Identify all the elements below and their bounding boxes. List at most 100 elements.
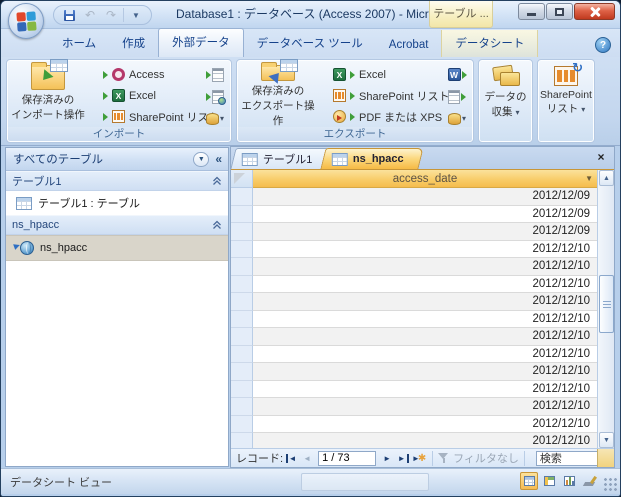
table-row[interactable]: 2012/12/10 [231,293,597,311]
customize-qat-button[interactable]: ▼ [127,7,145,23]
table-row[interactable]: 2012/12/09 [231,188,597,206]
export-more-button[interactable]: ▾ [445,108,469,129]
row-selector[interactable] [231,241,253,259]
table-row[interactable]: 2012/12/10 [231,398,597,416]
pivottable-view-button[interactable] [540,472,558,490]
row-selector[interactable] [231,346,253,364]
pivotchart-view-button[interactable] [560,472,578,490]
first-record-button[interactable]: ◄ [283,451,299,466]
export-pdf-xps-button[interactable]: PDF または XPS [329,106,453,127]
access-window: ↶ ↷ ▼ Database1 : データベース (Access 2007) -… [0,0,621,497]
saved-exports-icon [261,65,295,81]
export-sharepoint-button[interactable]: SharePoint リスト [329,85,453,106]
shutter-bar-collapse-icon[interactable]: « [213,152,224,166]
table-row[interactable]: 2012/12/09 [231,223,597,241]
doc-tab-ns-hpacc[interactable]: ns_hpacc [321,148,424,169]
chevron-down-icon: ▼ [132,11,140,20]
row-selector[interactable] [231,433,253,448]
row-selector[interactable] [231,293,253,311]
nav-item-table1[interactable]: テーブル1 : テーブル [6,191,228,215]
filter-icon [438,453,449,463]
table-row[interactable]: 2012/12/10 [231,311,597,329]
row-selector[interactable] [231,328,253,346]
last-record-icon: ► [398,454,409,463]
saved-imports-button[interactable]: 保存済みの インポート操作 [10,62,86,128]
nav-group-header-ns-hpacc[interactable]: ns_hpacc [6,215,228,235]
import-more-button[interactable]: ▾ [203,108,227,129]
nav-pane-header[interactable]: すべてのテーブル ▼ « [6,148,228,171]
row-selector[interactable] [231,381,253,399]
table-row[interactable]: 2012/12/10 [231,328,597,346]
table-row[interactable]: 2012/12/10 [231,241,597,259]
nav-menu-dropdown-icon[interactable]: ▼ [193,152,209,167]
close-tab-icon[interactable]: × [594,151,608,165]
doc-tab-table1[interactable]: テーブル1 [230,148,332,169]
redo-icon: ↷ [106,8,116,22]
last-record-button[interactable]: ► [395,451,411,466]
table-row[interactable]: 2012/12/10 [231,416,597,434]
export-excel-button[interactable]: X Excel [329,64,453,85]
previous-record-button[interactable]: ◄ [299,451,315,466]
maximize-button[interactable] [546,3,573,20]
minimize-button[interactable] [518,3,545,20]
tab-create[interactable]: 作成 [109,30,158,57]
scroll-down-icon[interactable]: ▼ [599,432,614,448]
row-selector[interactable] [231,206,253,224]
table-row[interactable]: 2012/12/10 [231,346,597,364]
design-view-button[interactable] [580,472,598,490]
row-selector[interactable] [231,276,253,294]
table-row[interactable]: 2012/12/10 [231,258,597,276]
nav-group-header-table1[interactable]: テーブル1 [6,171,228,191]
record-label: レコード: [236,450,283,466]
row-selector[interactable] [231,363,253,381]
table-row[interactable]: 2012/12/10 [231,381,597,399]
datasheet-view-button[interactable] [520,472,538,490]
import-xml-button[interactable] [203,86,227,107]
row-selector[interactable] [231,398,253,416]
row-selector[interactable] [231,416,253,434]
row-selector[interactable] [231,258,253,276]
first-record-icon: ◄ [286,454,297,463]
row-selector[interactable] [231,188,253,206]
status-panel [301,473,429,491]
filter-dropdown-icon[interactable]: ▼ [585,174,593,183]
ribbon-group-collect-data: データの 収集 ▾ [478,59,533,143]
tab-acrobat[interactable]: Acrobat [376,34,442,57]
help-icon[interactable]: ? [595,37,611,53]
close-button[interactable] [574,3,615,20]
column-header-access-date[interactable]: access_date ▼ [253,170,597,188]
scroll-up-icon[interactable]: ▲ [599,170,614,186]
tab-external-data[interactable]: 外部データ [158,28,244,57]
vertical-scrollbar[interactable]: ▲ ▼ [597,170,614,448]
export-buttons: X Excel SharePoint リスト PDF または XPS [329,64,453,127]
new-record-button[interactable]: ►✱ [411,451,427,466]
saved-exports-button[interactable]: 保存済みの エクスポート操作 [240,62,316,128]
select-all-corner[interactable] [231,170,253,188]
design-view-icon [584,476,595,486]
undo-button[interactable]: ↶ [81,7,99,23]
table-row[interactable]: 2012/12/09 [231,206,597,224]
tab-database-tools[interactable]: データベース ツール [244,30,376,57]
collect-data-button[interactable]: データの 収集 ▾ [481,62,530,140]
table-row[interactable]: 2012/12/10 [231,276,597,294]
record-position-input[interactable] [318,451,376,466]
filter-toggle-button[interactable]: フィルタなし [438,450,519,466]
sharepoint-list-button[interactable]: SharePoint リスト ▾ [540,62,592,140]
next-record-button[interactable]: ► [379,451,395,466]
resize-grip[interactable] [603,477,617,491]
table-row[interactable]: 2012/12/10 [231,363,597,381]
view-switcher [520,472,598,490]
table-row[interactable]: 2012/12/10 [231,433,597,448]
scrollbar-thumb[interactable] [599,275,614,333]
tab-home[interactable]: ホーム [49,30,109,57]
save-button[interactable] [60,7,78,23]
nav-item-ns-hpacc[interactable]: ns_hpacc [6,235,228,261]
export-word-button[interactable]: W [445,64,469,85]
office-button[interactable] [8,3,44,39]
import-textfile-button[interactable] [203,64,227,85]
row-selector[interactable] [231,223,253,241]
redo-button[interactable]: ↷ [102,7,120,23]
export-textfile-button[interactable] [445,86,469,107]
tab-datasheet[interactable]: データシート [441,30,538,57]
row-selector[interactable] [231,311,253,329]
